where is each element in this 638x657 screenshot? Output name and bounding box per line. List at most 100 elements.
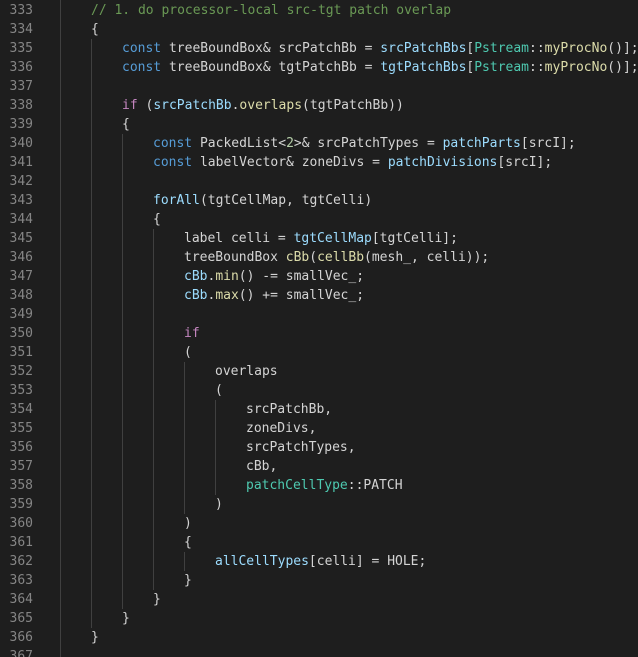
code-token: ()];	[607, 41, 638, 56]
line-number: 343	[9, 193, 33, 208]
code-token: srcPatchBb	[153, 98, 232, 113]
code-line[interactable]: allCellTypes[celli] = HOLE;	[215, 552, 426, 571]
code-line[interactable]: {	[153, 210, 161, 229]
code-token: treeBoundBox	[184, 250, 286, 265]
code-line[interactable]: }	[91, 628, 99, 647]
code-line[interactable]: (	[184, 343, 192, 362]
code-line[interactable]: {	[122, 115, 130, 134]
code-token: )	[184, 516, 192, 531]
line-number: 338	[9, 98, 33, 113]
code-token: tgtPatchBbs	[380, 60, 467, 75]
code-token: }	[184, 573, 192, 588]
code-token: patchDivisions	[387, 155, 498, 170]
indent-guide	[122, 134, 123, 609]
code-token: (	[309, 250, 318, 265]
line-number: 344	[9, 212, 33, 227]
code-line[interactable]: {	[184, 533, 192, 552]
code-token: {	[91, 22, 99, 37]
code-line[interactable]: const treeBoundBox& tgtPatchBb = tgtPatc…	[122, 58, 638, 77]
code-line[interactable]: }	[153, 590, 161, 609]
code-line[interactable]: zoneDivs,	[246, 419, 316, 438]
indent-guide	[153, 229, 154, 590]
code-token: >& srcPatchTypes =	[293, 136, 443, 151]
line-number: 353	[9, 383, 33, 398]
line-number: 359	[9, 497, 33, 512]
code-token: [srcI];	[520, 136, 576, 151]
line-number-gutter: 333 334 335 336 337 338 339 340 341 342 343 344 345 3…	[0, 0, 56, 657]
code-editor[interactable]: 333 334 335 336 337 338 339 340 341 342 343 344 345 3…	[0, 0, 638, 657]
code-token: srcPatchTypes,	[246, 440, 356, 455]
code-token: overlaps	[215, 364, 278, 379]
line-number: 345	[9, 231, 33, 246]
code-token: overlaps	[239, 98, 303, 113]
code-token: Pstream	[474, 41, 530, 56]
code-line[interactable]: )	[215, 495, 223, 514]
code-token: }	[153, 592, 161, 607]
code-token: (	[184, 345, 192, 360]
code-line[interactable]: const treeBoundBox& srcPatchBb = srcPatc…	[122, 39, 638, 58]
code-line[interactable]: cBb,	[246, 457, 277, 476]
code-line[interactable]: forAll(tgtCellMap, tgtCelli)	[153, 191, 372, 210]
code-token: min	[215, 269, 239, 284]
code-token: [srcI];	[497, 155, 553, 170]
code-token: const	[153, 136, 193, 151]
line-number: 363	[9, 573, 33, 588]
code-token: allCellTypes	[215, 554, 309, 569]
line-number: 364	[9, 592, 33, 607]
line-number: 356	[9, 440, 33, 455]
code-token: ()];	[607, 60, 638, 75]
code-token: max	[215, 288, 239, 303]
code-line[interactable]: if	[184, 324, 200, 343]
code-line[interactable]: if (srcPatchBb.overlaps(tgtPatchBb))	[122, 96, 404, 115]
code-line[interactable]: // 1. do processor-local src-tgt patch o…	[91, 1, 451, 20]
code-line[interactable]: }	[184, 571, 192, 590]
line-number: 354	[9, 402, 33, 417]
code-token: zoneDivs,	[246, 421, 317, 436]
code-token: const	[153, 155, 193, 170]
code-token: srcPatchBbs	[380, 41, 467, 56]
code-token: srcPatchBb,	[246, 402, 333, 417]
code-token: treeBoundBox& srcPatchBb =	[161, 41, 381, 56]
line-number: 342	[9, 174, 33, 189]
code-token: if	[184, 326, 200, 341]
code-line[interactable]: patchCellType::PATCH	[246, 476, 403, 495]
code-token: }	[122, 611, 130, 626]
code-token: (	[137, 98, 154, 113]
code-line[interactable]: srcPatchBb,	[246, 400, 332, 419]
code-token: ::PATCH	[347, 478, 403, 493]
code-token: {	[153, 212, 161, 227]
code-line[interactable]: overlaps	[215, 362, 278, 381]
code-token: {	[184, 535, 192, 550]
line-number: 348	[9, 288, 33, 303]
code-line[interactable]: const PackedList<2>& srcPatchTypes = pat…	[153, 134, 576, 153]
indent-guide	[215, 400, 216, 495]
line-number: 340	[9, 136, 33, 151]
code-line[interactable]: cBb.max() += smallVec_;	[184, 286, 364, 305]
code-token: ::	[529, 41, 545, 56]
code-token: [tgtCelli];	[371, 231, 458, 246]
code-token: {	[122, 117, 130, 132]
code-token: // 1. do processor-local src-tgt patch o…	[91, 3, 452, 18]
code-token: cBb	[184, 288, 208, 303]
code-line[interactable]: const labelVector& zoneDivs = patchDivis…	[153, 153, 552, 172]
code-line[interactable]: cBb.min() -= smallVec_;	[184, 267, 364, 286]
code-token: (tgtCellMap, tgtCelli)	[199, 193, 373, 208]
code-token: labelVector& zoneDivs =	[192, 155, 388, 170]
line-number: 362	[9, 554, 33, 569]
code-line[interactable]: srcPatchTypes,	[246, 438, 356, 457]
code-token: () -= smallVec_;	[238, 269, 365, 284]
code-line[interactable]: }	[122, 609, 130, 628]
code-token: [celli] = HOLE;	[308, 554, 427, 569]
indent-guide	[60, 0, 61, 657]
code-line[interactable]: {	[91, 20, 99, 39]
line-number: 347	[9, 269, 33, 284]
line-number: 367	[9, 649, 33, 657]
code-area[interactable]: // 1. do processor-local src-tgt patch o…	[60, 0, 638, 657]
code-line[interactable]: label celli = tgtCellMap[tgtCelli];	[184, 229, 458, 248]
code-line[interactable]: )	[184, 514, 192, 533]
code-token: const	[122, 60, 162, 75]
indent-guide	[184, 362, 185, 514]
code-line[interactable]: treeBoundBox cBb(cellBb(mesh_, celli));	[184, 248, 489, 267]
line-number: 334	[9, 22, 33, 37]
code-line[interactable]: (	[215, 381, 223, 400]
